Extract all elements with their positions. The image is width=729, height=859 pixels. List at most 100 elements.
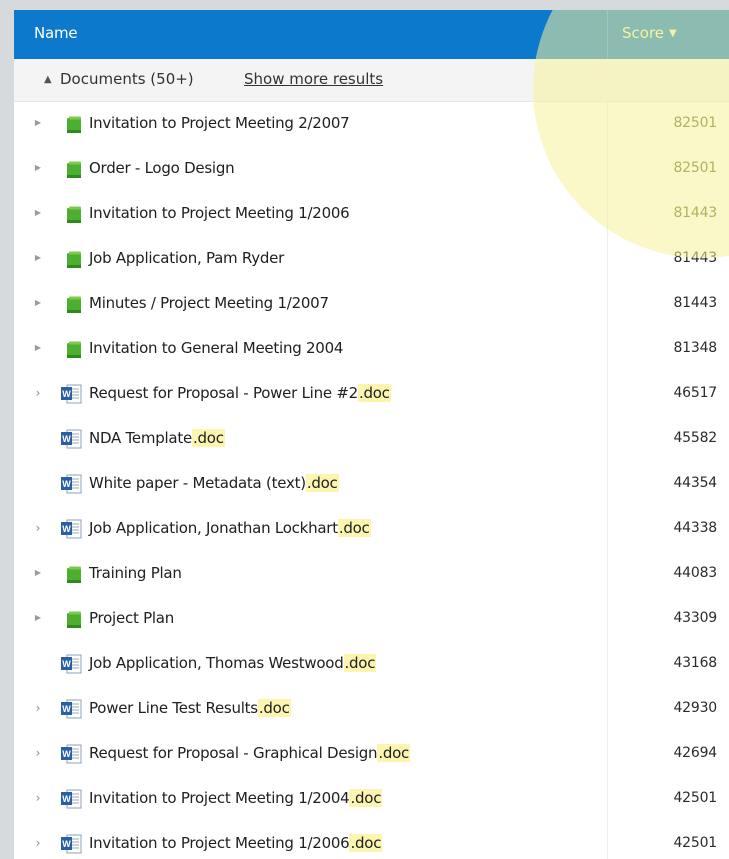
row-name[interactable]: Request for Proposal - Power Line #2.doc	[89, 384, 391, 402]
row-name[interactable]: Order - Logo Design	[89, 159, 235, 177]
table-row[interactable]: ▶ Project Plan 43309	[14, 597, 729, 642]
table-row[interactable]: › W Request for Proposal - Graphical Desig…	[14, 732, 729, 777]
row-score: 44083	[673, 565, 717, 581]
table-row[interactable]: ▶ Job Application, Pam Ryder 81443	[14, 237, 729, 282]
column-header-score[interactable]: Score ▼	[622, 24, 677, 42]
score-header-label: Score	[622, 24, 665, 42]
expand-chevron-icon[interactable]: ›	[31, 520, 45, 536]
table-row[interactable]: ▶ Training Plan 44083	[14, 552, 729, 597]
expand-chevron-icon[interactable]: ›	[31, 700, 45, 716]
table-row[interactable]: ▶ Order - Logo Design 82501	[14, 147, 729, 192]
table-row[interactable]: ▶ Minutes / Project Meeting 1/2007 81443	[14, 282, 729, 327]
expand-triangle-icon[interactable]: ▶	[31, 115, 45, 131]
file-name: Job Application, Pam Ryder	[89, 249, 285, 267]
row-score: 82501	[673, 115, 717, 131]
word-document-icon: W	[61, 384, 82, 404]
table-row[interactable]: W White paper - Metadata (text).doc 44354	[14, 462, 729, 507]
row-name[interactable]: NDA Template.doc	[89, 429, 225, 447]
file-name: Request for Proposal - Power Line #2	[89, 384, 358, 402]
row-name[interactable]: Power Line Test Results.doc	[89, 699, 291, 717]
row-name[interactable]: Invitation to Project Meeting 2/2007	[89, 114, 350, 132]
expand-chevron-icon[interactable]: ›	[31, 835, 45, 851]
word-document-icon: W	[61, 834, 82, 854]
file-extension-highlight: .doc	[377, 744, 411, 762]
row-name[interactable]: Job Application, Thomas Westwood.doc	[89, 654, 377, 672]
file-name: Invitation to Project Meeting 1/2006	[89, 834, 350, 852]
word-document-icon: W	[61, 654, 82, 674]
file-name: Power Line Test Results	[89, 699, 258, 717]
table-row[interactable]: › W Request for Proposal - Power Line #2.d…	[14, 372, 729, 417]
file-name: Job Application, Jonathan Lockhart	[89, 519, 338, 537]
expand-triangle-icon[interactable]: ▶	[31, 295, 45, 311]
file-name: NDA Template	[89, 429, 192, 447]
word-document-icon: W	[61, 519, 82, 539]
file-name: Project Plan	[89, 609, 175, 627]
expand-triangle-icon[interactable]: ▶	[31, 340, 45, 356]
group-title: Documents (50+)	[60, 70, 194, 88]
file-name: Minutes / Project Meeting 1/2007	[89, 294, 329, 312]
show-more-results-link[interactable]: Show more results	[244, 70, 383, 88]
row-score: 42694	[673, 745, 717, 761]
row-name[interactable]: Invitation to Project Meeting 1/2006	[89, 204, 350, 222]
svg-text:W: W	[62, 794, 71, 804]
expand-chevron-icon[interactable]: ›	[31, 385, 45, 401]
expand-chevron-icon[interactable]: ›	[31, 745, 45, 761]
table-row[interactable]: W NDA Template.doc 45582	[14, 417, 729, 462]
row-score: 82501	[673, 160, 717, 176]
table-row[interactable]: ▶ Invitation to Project Meeting 2/2007 825…	[14, 102, 729, 147]
row-score: 81443	[673, 250, 717, 266]
svg-text:W: W	[62, 389, 71, 399]
green-folder-icon	[67, 611, 81, 628]
green-folder-icon	[67, 296, 81, 313]
row-name[interactable]: Job Application, Jonathan Lockhart.doc	[89, 519, 371, 537]
expand-chevron-icon[interactable]: ›	[31, 790, 45, 806]
file-extension-highlight: .doc	[357, 384, 391, 402]
svg-text:W: W	[62, 839, 71, 849]
table-row[interactable]: › W Invitation to Project Meeting 1/2004.d…	[14, 777, 729, 822]
svg-text:W: W	[62, 749, 71, 759]
green-folder-icon	[67, 566, 81, 583]
file-extension-highlight: .doc	[191, 429, 225, 447]
word-document-icon: W	[61, 474, 82, 494]
row-name[interactable]: Invitation to Project Meeting 1/2006.doc	[89, 834, 383, 852]
group-header-documents[interactable]: ▲ Documents (50+) Show more results	[14, 59, 729, 102]
word-document-icon: W	[61, 699, 82, 719]
table-row[interactable]: ▶ Invitation to Project Meeting 1/2006 814…	[14, 192, 729, 237]
results-panel: Name Score ▼ ▲ Documents (50+) Show more …	[14, 10, 729, 859]
row-name[interactable]: Project Plan	[89, 609, 174, 627]
column-divider[interactable]	[607, 10, 608, 59]
row-score: 81443	[673, 205, 717, 221]
file-name: Job Application, Thomas Westwood	[89, 654, 344, 672]
row-name[interactable]: White paper - Metadata (text).doc	[89, 474, 339, 492]
row-name[interactable]: Invitation to General Meeting 2004	[89, 339, 343, 357]
collapse-triangle-icon[interactable]: ▲	[44, 74, 52, 85]
svg-text:W: W	[62, 479, 71, 489]
row-score: 42501	[673, 790, 717, 806]
row-name[interactable]: Minutes / Project Meeting 1/2007	[89, 294, 329, 312]
expand-triangle-icon[interactable]: ▶	[31, 250, 45, 266]
table-row[interactable]: › W Invitation to Project Meeting 1/2006.d…	[14, 822, 729, 859]
green-folder-icon	[67, 116, 81, 133]
table-row[interactable]: › W Power Line Test Results.doc 42930	[14, 687, 729, 732]
file-name: Order - Logo Design	[89, 159, 235, 177]
expand-triangle-icon[interactable]: ▶	[31, 610, 45, 626]
table-row[interactable]: › W Job Application, Jonathan Lockhart.doc…	[14, 507, 729, 552]
row-score: 46517	[673, 385, 717, 401]
row-name[interactable]: Training Plan	[89, 564, 182, 582]
expand-triangle-icon[interactable]: ▶	[31, 205, 45, 221]
expand-triangle-icon[interactable]: ▶	[31, 565, 45, 581]
green-folder-icon	[67, 251, 81, 268]
row-score: 43168	[673, 655, 717, 671]
file-name: Invitation to Project Meeting 2/2007	[89, 114, 350, 132]
column-header-name[interactable]: Name	[34, 24, 78, 42]
table-row[interactable]: W Job Application, Thomas Westwood.doc 431…	[14, 642, 729, 687]
row-name[interactable]: Request for Proposal - Graphical Design.…	[89, 744, 411, 762]
file-name: Training Plan	[89, 564, 182, 582]
file-extension-highlight: .doc	[343, 654, 377, 672]
row-score: 44354	[673, 475, 717, 491]
word-document-icon: W	[61, 744, 82, 764]
row-name[interactable]: Job Application, Pam Ryder	[89, 249, 284, 267]
table-row[interactable]: ▶ Invitation to General Meeting 2004 81348	[14, 327, 729, 372]
row-name[interactable]: Invitation to Project Meeting 1/2004.doc	[89, 789, 383, 807]
expand-triangle-icon[interactable]: ▶	[31, 160, 45, 176]
